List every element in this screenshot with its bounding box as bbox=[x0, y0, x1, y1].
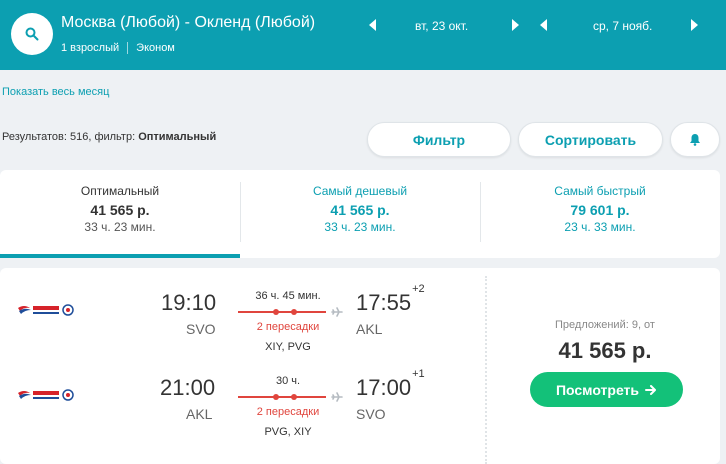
stop-dot bbox=[273, 309, 279, 315]
arrival-time: 17:55+2 bbox=[356, 283, 425, 316]
stop-dot bbox=[273, 394, 279, 400]
route-title[interactable]: Москва (Любой) - Окленд (Любой) bbox=[61, 14, 315, 32]
tab-price: 41 565 р. bbox=[90, 202, 150, 218]
tab-duration: 23 ч. 33 мин. bbox=[564, 220, 636, 234]
stop-dot bbox=[291, 394, 297, 400]
stop-dot bbox=[291, 309, 297, 315]
results-count: Результатов: 516, фильтр: bbox=[2, 131, 139, 143]
airline-logo-icon bbox=[18, 304, 74, 316]
tab-title: Самый дешевый bbox=[312, 184, 408, 198]
arrival-time-value: 17:00 bbox=[356, 375, 412, 400]
divider bbox=[127, 42, 129, 54]
stops-count: 2 пересадки bbox=[256, 406, 320, 418]
tab-price: 41 565 р. bbox=[330, 202, 390, 218]
filter-button[interactable]: Фильтр bbox=[367, 122, 511, 157]
day-offset: +1 bbox=[412, 367, 425, 380]
route-line bbox=[238, 396, 326, 398]
stop-airports: XIY, PVG bbox=[265, 341, 311, 353]
tab-price: 79 601 р. bbox=[570, 202, 630, 218]
sort-tabs: Оптимальный 41 565 р. 33 ч. 23 мин. Самы… bbox=[0, 170, 720, 258]
passengers-label: 1 взрослый bbox=[61, 42, 120, 54]
tab-duration: 33 ч. 23 мин. bbox=[324, 220, 396, 234]
search-button[interactable] bbox=[11, 13, 53, 55]
arrow-right-icon bbox=[645, 384, 657, 395]
arrival-time-value: 17:55 bbox=[356, 290, 412, 315]
next-depart-date-arrow-icon[interactable] bbox=[512, 19, 519, 31]
departure-airport: AKL bbox=[186, 406, 213, 422]
day-offset: +2 bbox=[412, 282, 425, 295]
prev-return-date-arrow-icon[interactable] bbox=[540, 19, 547, 31]
departure-airport: SVO bbox=[186, 321, 216, 337]
tab-title: Самый быстрый bbox=[554, 184, 646, 198]
tab-optimal[interactable]: Оптимальный 41 565 р. 33 ч. 23 мин. bbox=[0, 170, 240, 258]
tab-title: Оптимальный bbox=[80, 184, 160, 198]
route-line bbox=[238, 311, 326, 313]
plane-icon bbox=[331, 307, 343, 317]
airline-logo-icon bbox=[18, 389, 74, 401]
search-params[interactable]: 1 взрослый Эконом bbox=[61, 42, 175, 54]
tab-cheapest[interactable]: Самый дешевый 41 565 р. 33 ч. 23 мин. bbox=[240, 170, 480, 258]
plane-icon bbox=[331, 392, 343, 402]
ticket-price: 41 565 р. bbox=[558, 338, 652, 363]
bell-icon bbox=[690, 134, 700, 146]
stops-count: 2 пересадки bbox=[256, 321, 320, 333]
arrival-airport: SVO bbox=[356, 406, 386, 422]
search-header: Москва (Любой) - Окленд (Любой) 1 взросл… bbox=[0, 0, 726, 70]
prev-depart-date-arrow-icon[interactable] bbox=[369, 19, 376, 31]
search-icon bbox=[25, 27, 39, 41]
sort-button[interactable]: Сортировать bbox=[518, 122, 663, 157]
arrival-airport: AKL bbox=[356, 321, 383, 337]
alert-button[interactable] bbox=[670, 122, 720, 157]
active-filter: Оптимальный bbox=[138, 131, 217, 143]
next-return-date-arrow-icon[interactable] bbox=[691, 19, 698, 31]
tab-fastest[interactable]: Самый быстрый 79 601 р. 23 ч. 33 мин. bbox=[480, 170, 720, 258]
return-date[interactable]: ср, 7 нояб. bbox=[593, 19, 652, 33]
depart-date[interactable]: вт, 23 окт. bbox=[415, 19, 468, 33]
cabin-label: Эконом bbox=[136, 42, 175, 54]
flight-duration: 36 ч. 45 мин. bbox=[255, 290, 321, 302]
results-summary: Результатов: 516, фильтр: Оптимальный bbox=[2, 131, 216, 143]
ticket-divider bbox=[485, 276, 487, 464]
view-offer-button[interactable]: Посмотреть bbox=[530, 372, 683, 407]
tab-duration: 33 ч. 23 мин. bbox=[84, 220, 156, 234]
show-month-link[interactable]: Показать весь месяц bbox=[2, 86, 109, 98]
stop-airports: PVG, XIY bbox=[264, 426, 312, 438]
offers-count: Предложений: 9, от bbox=[555, 319, 655, 331]
arrival-time: 17:00+1 bbox=[356, 368, 425, 401]
view-offer-label: Посмотреть bbox=[555, 381, 640, 398]
departure-time: 21:00 bbox=[160, 375, 216, 400]
flight-duration: 30 ч. bbox=[275, 375, 301, 387]
departure-time: 19:10 bbox=[161, 290, 217, 315]
